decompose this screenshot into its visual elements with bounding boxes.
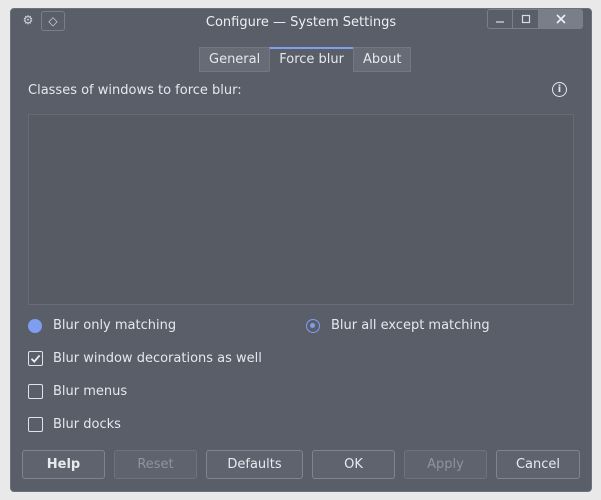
- radio-label: Blur only matching: [53, 318, 177, 333]
- radio-indicator[interactable]: [28, 318, 42, 333]
- checkbox-indicator[interactable]: [28, 417, 43, 432]
- checkbox-blur-decorations[interactable]: Blur window decorations as well: [28, 351, 262, 366]
- tab-force-blur[interactable]: Force blur: [269, 47, 354, 72]
- info-icon[interactable]: i: [552, 82, 567, 97]
- tab-bar: General Force blur About: [199, 47, 412, 72]
- configure-window: ⚙ ◇ Configure — System Settings General …: [10, 8, 592, 492]
- ok-button[interactable]: OK: [312, 450, 395, 479]
- tab-general[interactable]: General: [199, 47, 271, 72]
- classes-label: Classes of windows to force blur:: [28, 83, 242, 98]
- window-controls: [487, 9, 583, 29]
- defaults-button[interactable]: Defaults: [206, 450, 303, 479]
- minimize-icon: [496, 21, 504, 23]
- checkbox-indicator[interactable]: [28, 384, 43, 399]
- maximize-icon: [521, 14, 530, 24]
- radio-blur-all-except[interactable]: Blur all except matching: [306, 318, 490, 333]
- title-bar[interactable]: ⚙ ◇ Configure — System Settings: [11, 9, 591, 39]
- checkbox-label: Blur docks: [53, 417, 121, 432]
- checkbox-blur-docks[interactable]: Blur docks: [28, 417, 121, 432]
- reset-button[interactable]: Reset: [114, 450, 197, 479]
- close-button[interactable]: [539, 9, 583, 29]
- apply-button[interactable]: Apply: [404, 450, 487, 479]
- checkbox-label: Blur window decorations as well: [53, 351, 262, 366]
- help-button[interactable]: Help: [22, 450, 105, 479]
- cancel-button[interactable]: Cancel: [496, 450, 580, 479]
- radio-label: Blur all except matching: [331, 318, 490, 333]
- maximize-button[interactable]: [513, 9, 539, 29]
- checkbox-blur-menus[interactable]: Blur menus: [28, 384, 127, 399]
- close-icon: [555, 14, 566, 24]
- checkbox-indicator[interactable]: [28, 351, 43, 366]
- radio-indicator-selected[interactable]: [306, 318, 320, 333]
- tab-about[interactable]: About: [353, 47, 412, 72]
- radio-blur-only-matching[interactable]: Blur only matching: [28, 318, 176, 333]
- dialog-button-row: Help Reset Defaults OK Apply Cancel: [22, 450, 582, 480]
- minimize-button[interactable]: [487, 9, 513, 29]
- checkmark-icon: [30, 354, 41, 363]
- checkbox-label: Blur menus: [53, 384, 128, 399]
- window-classes-list[interactable]: [28, 114, 574, 305]
